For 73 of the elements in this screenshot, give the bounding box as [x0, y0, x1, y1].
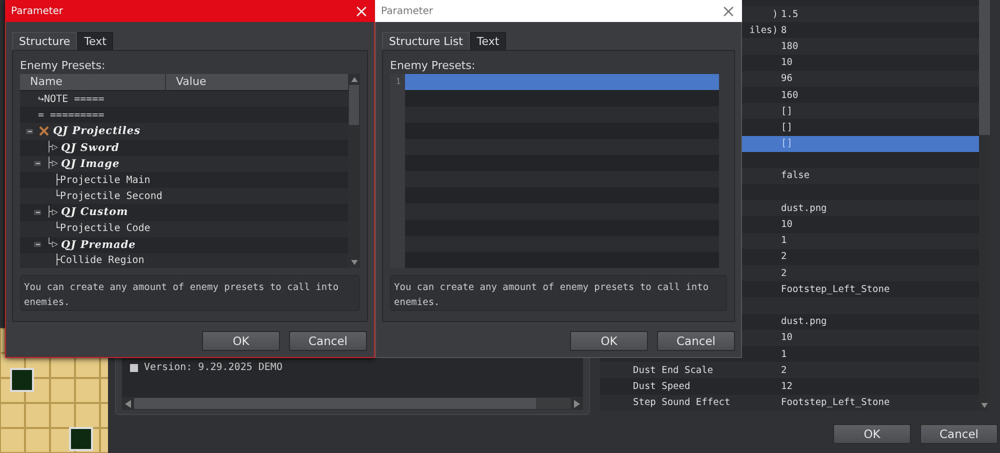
- parameter-value: 8: [781, 24, 787, 36]
- vertical-scrollbar[interactable]: [348, 74, 360, 268]
- parameter-name: Step Sound Effect: [633, 397, 730, 408]
- tab[interactable]: Structure: [12, 32, 78, 50]
- parameter-value: 160: [781, 90, 798, 101]
- tree-item[interactable]: = =========: [38, 110, 104, 121]
- tree-item[interactable]: QJ Image: [61, 158, 120, 170]
- parameter-row[interactable]: Dust End Scale 2: [600, 362, 979, 378]
- right-arrow-icon[interactable]: [574, 400, 580, 408]
- dialog-button[interactable]: OK: [202, 331, 280, 351]
- tree-item[interactable]: QJ Custom: [61, 206, 128, 218]
- description-text: You can create any amount of enemy presets to call into enemies.: [20, 275, 360, 311]
- dialog-button[interactable]: Cancel: [920, 424, 998, 444]
- parameter-value: dust.png: [781, 202, 827, 214]
- field-label: Enemy Presets:: [20, 59, 106, 74]
- collapse-toggle[interactable]: [34, 161, 41, 166]
- column-header[interactable]: Name: [20, 74, 166, 90]
- left-arrow-icon[interactable]: [125, 400, 131, 408]
- description-text: You can create any amount of enemy presets to call into enemies.: [390, 275, 727, 311]
- up-arrow-icon[interactable]: [350, 77, 358, 82]
- collapse-toggle[interactable]: [34, 210, 41, 215]
- parameter-value: 12: [781, 380, 792, 392]
- parameter-name: Dust Speed: [633, 380, 690, 392]
- tree-branch: └▷: [46, 239, 58, 250]
- parameter-value: 10: [781, 332, 792, 344]
- version-text: Version: 9.29.2025 DEMO: [144, 362, 282, 373]
- parameter-value: 1: [781, 348, 787, 360]
- parameter-value: 2: [781, 364, 787, 376]
- tree-item[interactable]: QJ Premade: [61, 238, 136, 251]
- parameter-value: false: [781, 170, 810, 182]
- window-title: Parameter: [11, 6, 64, 16]
- tree-branch: ├▷: [46, 158, 58, 170]
- parameter-name: Dust End Scale: [633, 364, 714, 376]
- scroll-thumb[interactable]: [349, 85, 359, 125]
- parameter-value: Footstep_Left_Stone: [781, 284, 890, 295]
- down-arrow-icon[interactable]: [981, 403, 988, 408]
- tab[interactable]: Text: [77, 32, 114, 50]
- tree-item[interactable]: ├Projectile Main: [54, 174, 150, 186]
- column-header[interactable]: Value: [166, 74, 206, 90]
- parameter-row[interactable]: Step Sound Effect Footstep_Left_Stone: [600, 394, 979, 411]
- parameter-value: 96: [781, 73, 792, 84]
- dialog-button[interactable]: Cancel: [289, 331, 367, 351]
- parameter-value: 10: [781, 57, 792, 68]
- tree-item[interactable]: QJ Projectiles: [53, 125, 140, 138]
- parameter-value: []: [781, 138, 792, 150]
- parameter-value: []: [781, 122, 792, 133]
- parameter-value: 180: [781, 40, 798, 52]
- parameter-value: 10: [781, 219, 792, 230]
- square-icon: [130, 364, 138, 372]
- crossed-tools-icon: [38, 125, 50, 138]
- tree-branch: ├▷: [46, 206, 58, 218]
- collapse-toggle[interactable]: [26, 128, 33, 134]
- parameter-value: dust.png: [781, 316, 827, 328]
- horizontal-scrollbar[interactable]: [122, 397, 583, 410]
- scroll-thumb[interactable]: [134, 398, 536, 409]
- collapse-toggle[interactable]: [34, 242, 41, 248]
- field-label: Enemy Presets:: [390, 59, 476, 74]
- parameter-name: ): [772, 8, 778, 20]
- tree-item[interactable]: QJ Sword: [61, 142, 120, 154]
- parameter-value: Footstep_Left_Stone: [781, 397, 890, 408]
- parameter-value: 2: [781, 268, 787, 279]
- parameter-value: 1: [781, 235, 787, 246]
- dialog-button[interactable]: OK: [833, 424, 911, 444]
- parameter-value: 2: [781, 251, 787, 262]
- window-title: Parameter: [381, 6, 434, 16]
- down-arrow-icon[interactable]: [350, 260, 358, 265]
- scroll-thumb[interactable]: [979, 0, 990, 135]
- line-number: 1: [394, 76, 402, 88]
- tree-branch: ├▷: [46, 142, 58, 154]
- parameter-value: []: [781, 106, 792, 117]
- parameter-value: 1.5: [781, 8, 798, 20]
- tree-item[interactable]: ↪NOTE =====: [38, 94, 104, 105]
- parameter-name: iles): [749, 24, 778, 36]
